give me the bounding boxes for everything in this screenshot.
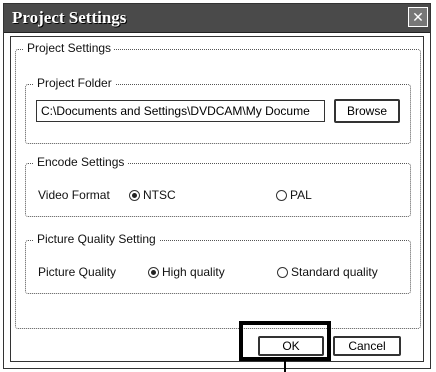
ntsc-radio-label[interactable]: NTSC [143, 188, 176, 202]
highlight-pointer-line [284, 361, 286, 372]
encode-settings-group-title: Encode Settings [34, 155, 128, 169]
project-settings-group-title: Project Settings [24, 41, 115, 55]
browse-button[interactable]: Browse [334, 99, 400, 123]
standard-quality-radio-label[interactable]: Standard quality [291, 265, 378, 279]
window-title: Project Settings [12, 8, 127, 27]
video-format-label: Video Format [38, 188, 110, 202]
close-icon[interactable]: ✕ [408, 7, 428, 27]
ok-button-highlight-box [239, 321, 331, 361]
pal-radio-label[interactable]: PAL [290, 188, 312, 202]
picture-quality-group-title: Picture Quality Setting [34, 232, 159, 246]
project-settings-dialog: Project Settings ✕ Project Settings Proj… [3, 3, 431, 369]
dialog-client-area: Project Settings Project Folder C:\Docum… [10, 36, 424, 362]
title-bar[interactable]: Project Settings ✕ [4, 4, 430, 33]
encode-settings-group: Encode Settings Video Format NTSC PAL [25, 155, 411, 217]
picture-quality-group: Picture Quality Setting Picture Quality … [25, 232, 411, 294]
high-quality-radio[interactable] [148, 267, 159, 278]
picture-quality-label: Picture Quality [38, 265, 117, 279]
project-folder-group-title: Project Folder [34, 76, 115, 90]
high-quality-radio-label[interactable]: High quality [162, 265, 225, 279]
project-folder-path-field[interactable]: C:\Documents and Settings\DVDCAM\My Docu… [36, 100, 325, 122]
project-folder-group: Project Folder C:\Documents and Settings… [25, 76, 411, 144]
standard-quality-radio[interactable] [277, 267, 288, 278]
cancel-button[interactable]: Cancel [333, 336, 401, 356]
ntsc-radio[interactable] [129, 190, 140, 201]
pal-radio[interactable] [276, 190, 287, 201]
